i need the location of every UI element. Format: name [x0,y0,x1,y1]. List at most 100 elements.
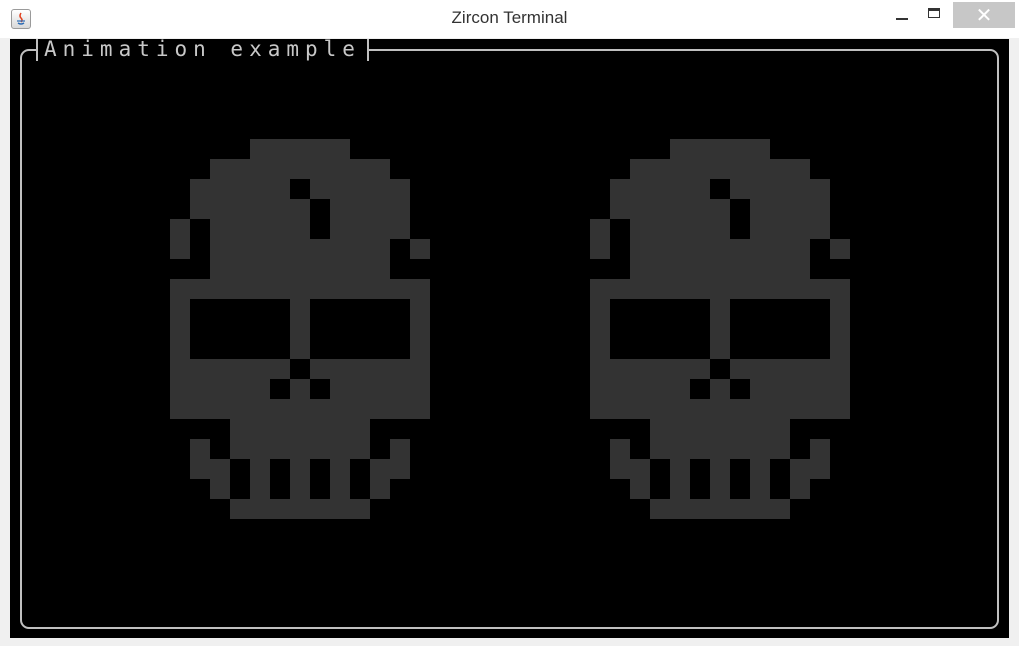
skull-pixel [330,419,350,439]
skull-pixel [830,339,850,359]
skull-pixel [210,199,230,219]
skull-pixel [370,479,390,499]
skull-pixel [750,239,770,259]
skull-pixel [250,399,270,419]
skull-pixel [290,299,310,319]
skull-pixel [270,499,290,519]
skull-pixel [190,439,210,459]
skull-pixel [710,159,730,179]
skull-pixel [710,419,730,439]
skull-pixel [370,399,390,419]
skull-pixel [230,419,250,439]
title-bar[interactable]: Zircon Terminal ✕ [0,0,1019,38]
skull-pixel [290,459,310,479]
skull-pixel [330,199,350,219]
skull-pixel [410,379,430,399]
maximize-icon [928,8,940,18]
skull-pixel [230,399,250,419]
skull-pixel [190,399,210,419]
skull-pixel [770,279,790,299]
skull-pixel [710,399,730,419]
skull-pixel [170,359,190,379]
skull-pixel [690,239,710,259]
skull-pixel [210,279,230,299]
skull-pixel [830,319,850,339]
skull-pixel [190,179,210,199]
skull-pixel [270,399,290,419]
skull-pixel [630,479,650,499]
skull-pixel [710,339,730,359]
close-button[interactable]: ✕ [953,2,1015,28]
skull-pixel [270,359,290,379]
skull-pixel [730,259,750,279]
skull-pixel [610,439,630,459]
maximize-button[interactable] [916,2,956,28]
skull-pixel [770,379,790,399]
skull-pixel [290,239,310,259]
skull-pixel [790,359,810,379]
skull-pixel [210,359,230,379]
skull-pixel [250,199,270,219]
skull-pixel [630,259,650,279]
skull-pixel [390,459,410,479]
skull-pixel [330,379,350,399]
skull-pixel [810,199,830,219]
skull-pixel [830,359,850,379]
skull-pixel [310,139,330,159]
skull-pixel [770,419,790,439]
skull-pixel [650,279,670,299]
skull-pixel [690,439,710,459]
skull-pixel [630,239,650,259]
skull-pixel [790,239,810,259]
skull-pixel [330,499,350,519]
skull-pixel [230,239,250,259]
skull-pixel [250,459,270,479]
skull-pixel [330,359,350,379]
skull-pixel [410,279,430,299]
skull-pixel [770,239,790,259]
terminal-screen[interactable]: Animation example [10,39,1009,638]
skull-pixel [290,399,310,419]
skull-sprite-right [590,139,850,519]
skull-pixel [830,279,850,299]
skull-pixel [190,359,210,379]
skull-pixel [810,459,830,479]
skull-pixel [330,219,350,239]
skull-pixel [730,499,750,519]
skull-pixel [350,279,370,299]
skull-pixel [650,239,670,259]
skull-pixel [650,379,670,399]
skull-pixel [710,219,730,239]
skull-pixel [690,199,710,219]
skull-pixel [750,199,770,219]
skull-pixel [390,439,410,459]
skull-pixel [230,379,250,399]
skull-pixel [690,399,710,419]
skull-pixel [270,419,290,439]
skull-pixel [750,399,770,419]
skull-pixel [790,179,810,199]
skull-pixel [290,319,310,339]
skull-pixel [810,379,830,399]
skull-pixel [250,499,270,519]
skull-pixel [750,379,770,399]
skull-pixel [590,399,610,419]
skull-pixel [610,279,630,299]
skull-pixel [290,479,310,499]
skull-pixel [230,219,250,239]
skull-pixel [330,459,350,479]
skull-pixel [810,399,830,419]
skull-pixel [230,359,250,379]
skull-pixel [170,399,190,419]
skull-pixel [230,279,250,299]
skull-pixel [770,259,790,279]
skull-pixel [390,399,410,419]
skull-pixel [330,439,350,459]
skull-pixel [330,159,350,179]
skull-pixel [590,239,610,259]
skull-pixel [310,259,330,279]
skull-pixel [650,259,670,279]
skull-pixel [790,219,810,239]
skull-pixel [410,239,430,259]
skull-pixel [670,139,690,159]
